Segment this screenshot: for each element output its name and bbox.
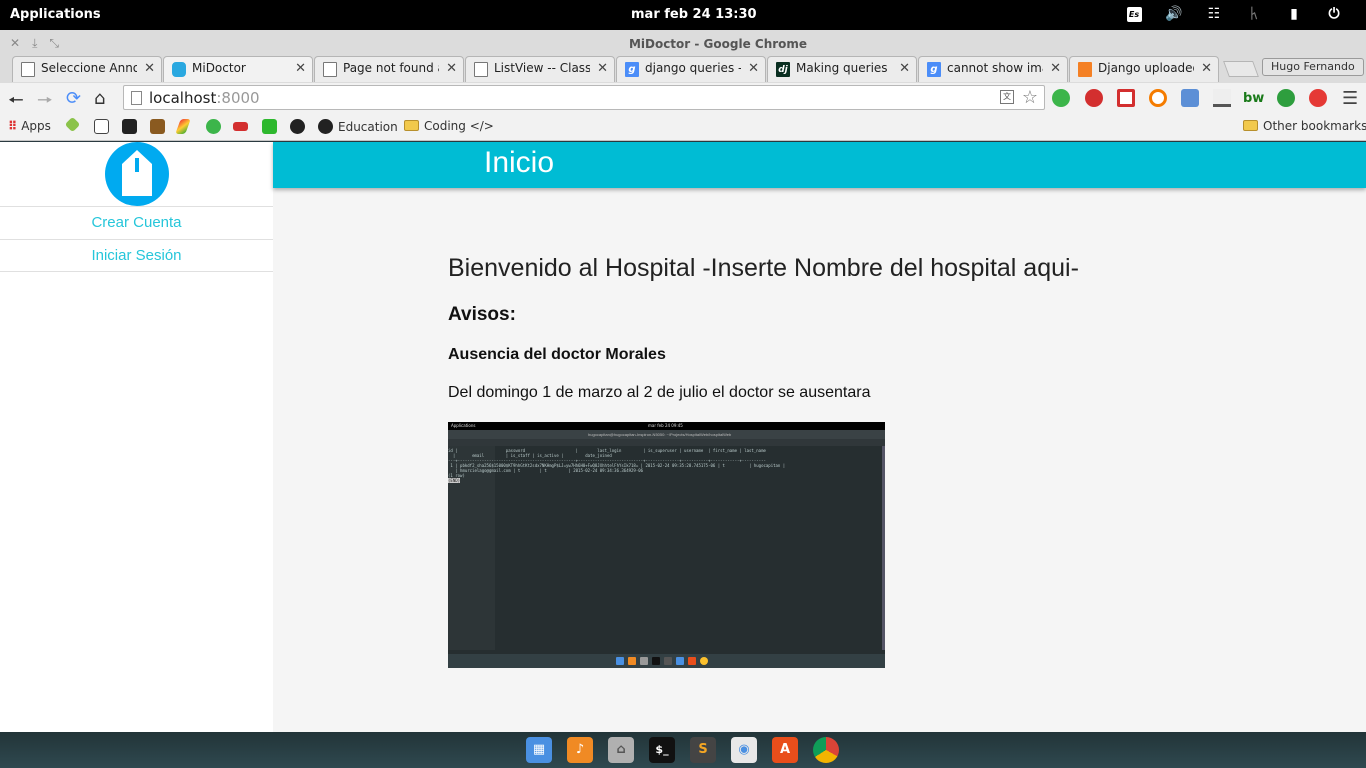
login-link[interactable]: Iniciar Sesión <box>0 239 273 272</box>
page-title: Inicio <box>484 146 555 179</box>
github-icon <box>318 119 333 134</box>
browser-tab[interactable]: ListView -- Classy C✕ <box>465 56 615 82</box>
close-tab-icon[interactable]: ✕ <box>748 61 759 76</box>
create-account-link[interactable]: Crear Cuenta <box>0 206 273 239</box>
browser-tab[interactable]: Seleccione Announ✕ <box>12 56 162 82</box>
google-icon: g <box>625 62 639 77</box>
brown-bookmark-icon[interactable] <box>150 119 165 134</box>
close-tab-icon[interactable]: ✕ <box>295 61 306 76</box>
keyboard-layout-indicator[interactable]: Es <box>1114 5 1154 22</box>
software-center-icon[interactable]: A <box>772 737 798 763</box>
bw-extension-icon[interactable]: bw <box>1243 91 1264 106</box>
browser-tab[interactable]: djMaking queries | D✕ <box>767 56 917 82</box>
browser-tab[interactable]: gdjango queries - B✕ <box>616 56 766 82</box>
adblock-icon[interactable] <box>1085 89 1103 107</box>
apps-bookmark[interactable]: ⠿ Apps <box>8 119 51 133</box>
url-host: localhost <box>149 89 217 107</box>
close-tab-icon[interactable]: ✕ <box>597 61 608 76</box>
power-icon[interactable]: ⏻ <box>1314 6 1354 22</box>
close-tab-icon[interactable]: ✕ <box>1201 61 1212 76</box>
welcome-heading: Bienvenido al Hospital -Inserte Nombre d… <box>448 254 1079 282</box>
translate-icon[interactable]: 文 <box>1000 90 1014 104</box>
apps-grid-icon: ⠿ <box>8 119 18 133</box>
notice-title: Ausencia del doctor Morales <box>448 346 666 363</box>
green-diamond-icon[interactable] <box>64 116 81 133</box>
files-icon[interactable]: ⌂ <box>608 737 634 763</box>
web-page: Crear Cuenta Iniciar Sesión Inicio Bienv… <box>0 142 1366 732</box>
camera-icon[interactable] <box>122 119 137 134</box>
browser-tab[interactable]: gcannot show imag✕ <box>918 56 1068 82</box>
music-icon[interactable]: ♪ <box>567 737 593 763</box>
close-tab-icon[interactable]: ✕ <box>1050 61 1061 76</box>
system-top-bar: Applications mar feb 24 13:30 Es 🔊 ☷ ᛱ ▮… <box>0 0 1366 30</box>
orange-ring-icon[interactable] <box>1149 89 1167 107</box>
folder-icon <box>1243 120 1258 131</box>
underline-icon[interactable] <box>1213 89 1231 107</box>
django-icon: dj <box>776 62 790 77</box>
google-icon: g <box>927 62 941 77</box>
pocket-icon[interactable] <box>1277 89 1295 107</box>
page-icon <box>474 62 488 77</box>
extension-green-icon[interactable] <box>1052 89 1070 107</box>
browser-tab-active[interactable]: MiDoctor ✕ <box>163 56 313 82</box>
thumbs-up-icon[interactable] <box>1181 89 1199 107</box>
puzzle-icon[interactable] <box>262 119 277 134</box>
folder-icon <box>404 120 419 131</box>
github-icon[interactable] <box>290 119 305 134</box>
bookmarks-bar: ⠿ Apps Education Coding </> Other bookma… <box>0 113 1366 141</box>
sidebar: Crear Cuenta Iniciar Sesión <box>0 142 273 732</box>
settings-toggle-icon[interactable]: ◉ <box>731 737 757 763</box>
new-tab-button[interactable] <box>1223 61 1259 77</box>
browser-toolbar: 🠔 🠖 ⟳ ⌂ localhost:8000 文 ☆ bw ☰ <box>0 83 1366 113</box>
terminal-icon[interactable]: $_ <box>649 737 675 763</box>
terminal-output: id | password | last_login | is_superuse… <box>448 448 786 483</box>
tab-strip: Seleccione Announ✕ MiDoctor✕ Page not fo… <box>0 56 1366 83</box>
notice-body: Del domingo 1 de marzo al 2 de julio el … <box>448 384 871 401</box>
sublime-text-icon[interactable]: S <box>690 737 716 763</box>
window-title-bar: ✕⤓⤡ MiDoctor - Google Chrome <box>0 30 1366 56</box>
notices-heading: Avisos: <box>448 304 516 325</box>
browser-tab[interactable]: Page not found at ✕ <box>314 56 464 82</box>
volume-icon[interactable]: 🔊 <box>1154 6 1194 22</box>
red-glasses-icon[interactable] <box>233 122 248 131</box>
coding-folder[interactable]: Coding </> <box>404 119 494 133</box>
notice-image: Applications mar feb 24 09:45 hugocapita… <box>448 422 885 668</box>
battery-icon[interactable]: ▮ <box>1274 6 1314 22</box>
chrome-menu-icon[interactable]: ☰ <box>1342 88 1358 109</box>
dock: ▦ ♪ ⌂ $_ S ◉ A <box>0 732 1366 768</box>
page-header: Inicio <box>273 142 1366 188</box>
other-bookmarks-folder[interactable]: Other bookmarks <box>1243 119 1366 133</box>
page-info-icon[interactable] <box>131 91 142 105</box>
pencil-icon[interactable] <box>175 119 191 134</box>
clock[interactable]: mar feb 24 13:30 <box>631 7 757 22</box>
applications-menu[interactable]: Applications <box>10 7 101 22</box>
midoctor-logo[interactable] <box>105 142 169 206</box>
education-bookmark[interactable]: Education <box>318 119 398 134</box>
address-bar[interactable]: localhost:8000 文 ☆ <box>123 85 1045 110</box>
page-icon <box>21 62 35 77</box>
medical-cross-icon[interactable] <box>1117 89 1135 107</box>
portrait-icon[interactable] <box>94 119 109 134</box>
workspaces-icon[interactable]: ▦ <box>526 737 552 763</box>
bluetooth-icon[interactable]: ᛱ <box>1234 6 1274 22</box>
profile-button[interactable]: Hugo Fernando <box>1262 58 1364 76</box>
home-icon[interactable]: ⌂ <box>94 88 105 109</box>
chrome-icon[interactable] <box>813 737 839 763</box>
system-tray: Es 🔊 ☷ ᛱ ▮ ⏻ <box>1114 5 1354 22</box>
midoctor-icon <box>172 62 186 77</box>
network-icon[interactable]: ☷ <box>1194 6 1234 22</box>
close-tab-icon[interactable]: ✕ <box>446 61 457 76</box>
green-bubble-icon[interactable] <box>206 119 221 134</box>
page-icon <box>323 62 337 77</box>
url-port: :8000 <box>216 89 260 107</box>
reload-icon[interactable]: ⟳ <box>66 88 81 109</box>
block-icon[interactable] <box>1309 89 1327 107</box>
browser-tab[interactable]: Django uploaded i✕ <box>1069 56 1219 82</box>
window-title: MiDoctor - Google Chrome <box>628 37 808 51</box>
close-tab-icon[interactable]: ✕ <box>899 61 910 76</box>
bookmark-star-icon[interactable]: ☆ <box>1022 87 1038 108</box>
main-content: Bienvenido al Hospital -Inserte Nombre d… <box>448 254 1208 402</box>
close-tab-icon[interactable]: ✕ <box>144 61 155 76</box>
stackoverflow-icon <box>1078 62 1092 77</box>
